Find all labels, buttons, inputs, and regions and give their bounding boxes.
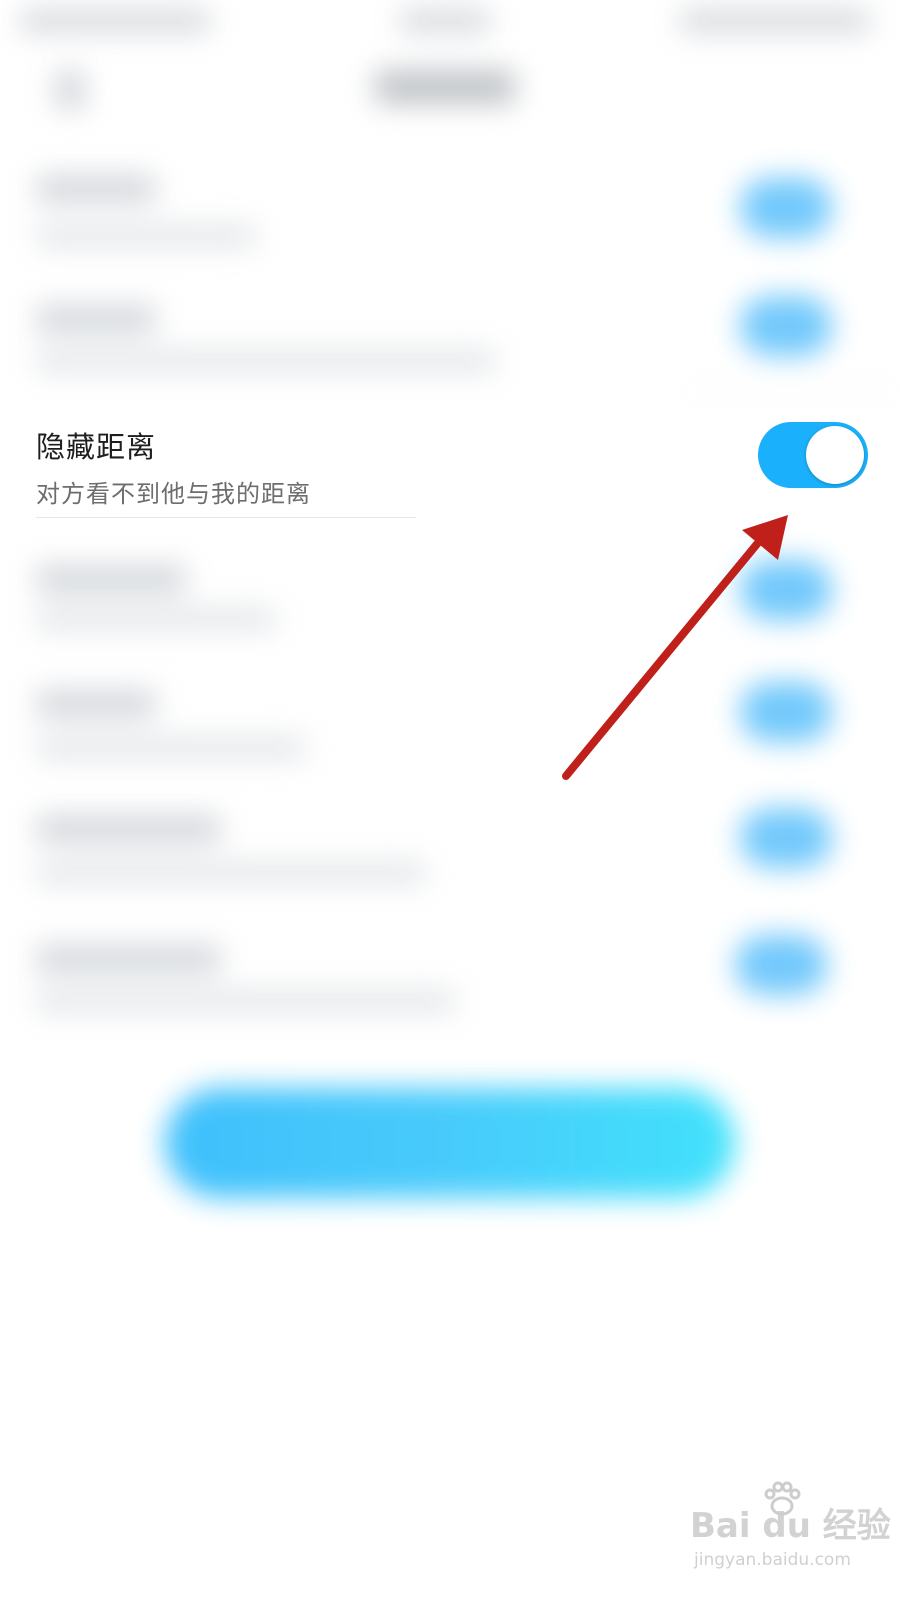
row-subtitle-blur — [36, 990, 456, 1012]
row-title-blur — [36, 565, 186, 593]
primary-button[interactable] — [165, 1088, 735, 1198]
hide-distance-toggle[interactable] — [758, 422, 868, 488]
row-title-blur — [36, 305, 156, 333]
page-title-blur — [375, 70, 515, 104]
settings-screen: 隐藏距离 对方看不到他与我的距离 Bai du 经验 jingyan.baidu… — [0, 0, 900, 1600]
toggle-blur[interactable] — [740, 178, 832, 238]
row-subtitle-blur — [36, 350, 496, 372]
row-divider — [36, 517, 416, 518]
setting-title: 隐藏距离 — [36, 430, 157, 464]
row-title-blur — [36, 815, 221, 843]
row-subtitle-blur — [36, 737, 306, 759]
watermark-logo: Bai du 经验 — [690, 1506, 891, 1546]
watermark: Bai du 经验 jingyan.baidu.com — [690, 1481, 891, 1588]
blurred-background — [0, 0, 900, 1600]
row-title-blur — [36, 690, 156, 718]
toggle-blur[interactable] — [735, 935, 827, 995]
back-icon[interactable] — [55, 70, 85, 110]
divider — [680, 390, 900, 392]
status-bar-blur — [400, 10, 490, 32]
setting-row-hide-distance: 隐藏距离 对方看不到他与我的距离 — [0, 410, 900, 520]
setting-subtitle: 对方看不到他与我的距离 — [36, 480, 311, 508]
toggle-blur[interactable] — [740, 682, 832, 742]
row-title-blur — [36, 175, 156, 203]
row-subtitle-blur — [36, 225, 256, 247]
status-bar-blur — [20, 10, 210, 32]
row-subtitle-blur — [36, 862, 426, 884]
toggle-knob — [806, 426, 864, 484]
toggle-blur[interactable] — [740, 560, 832, 620]
status-bar-blur — [680, 10, 870, 32]
toggle-blur[interactable] — [740, 808, 832, 868]
row-subtitle-blur — [36, 608, 276, 630]
row-title-blur — [36, 945, 221, 973]
toggle-blur[interactable] — [740, 296, 832, 356]
watermark-url: jingyan.baidu.com — [694, 1550, 851, 1570]
